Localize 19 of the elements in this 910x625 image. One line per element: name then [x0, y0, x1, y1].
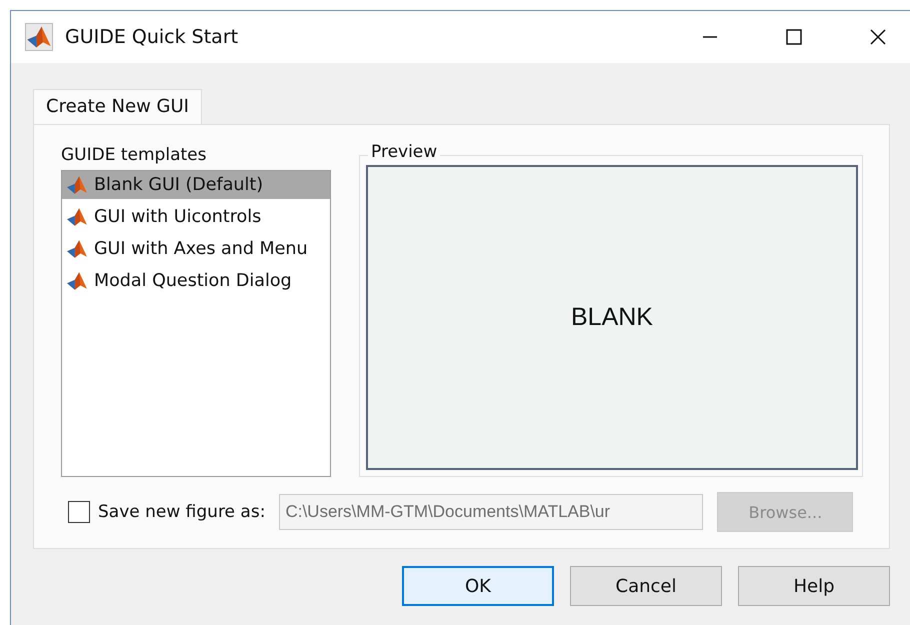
- dialog-button[interactable]: Cancel: [570, 566, 722, 606]
- window-title: GUIDE Quick Start: [65, 26, 238, 48]
- dialog-button[interactable]: OK: [402, 566, 554, 606]
- tab[interactable]: Create New GUI: [33, 89, 202, 125]
- matlab-logo-icon: [66, 270, 88, 292]
- dialog-button[interactable]: Help: [738, 566, 890, 606]
- list-item[interactable]: Modal Question Dialog: [62, 267, 330, 295]
- maximize-icon[interactable]: [784, 27, 804, 47]
- matlab-logo-icon: [66, 174, 88, 196]
- list-item[interactable]: Blank GUI (Default): [62, 171, 330, 199]
- list-item[interactable]: GUI with Uicontrols: [62, 203, 330, 231]
- list-item[interactable]: GUI with Axes and Menu: [62, 235, 330, 263]
- preview-text: BLANK: [571, 303, 653, 332]
- matlab-logo-icon: [66, 206, 88, 228]
- matlab-logo-icon: [25, 23, 53, 51]
- matlab-logo-icon: [66, 238, 88, 260]
- close-icon[interactable]: [868, 27, 888, 47]
- list-label: GUIDE templates: [61, 145, 208, 165]
- checkbox-label: Save new figure as:: [98, 502, 266, 522]
